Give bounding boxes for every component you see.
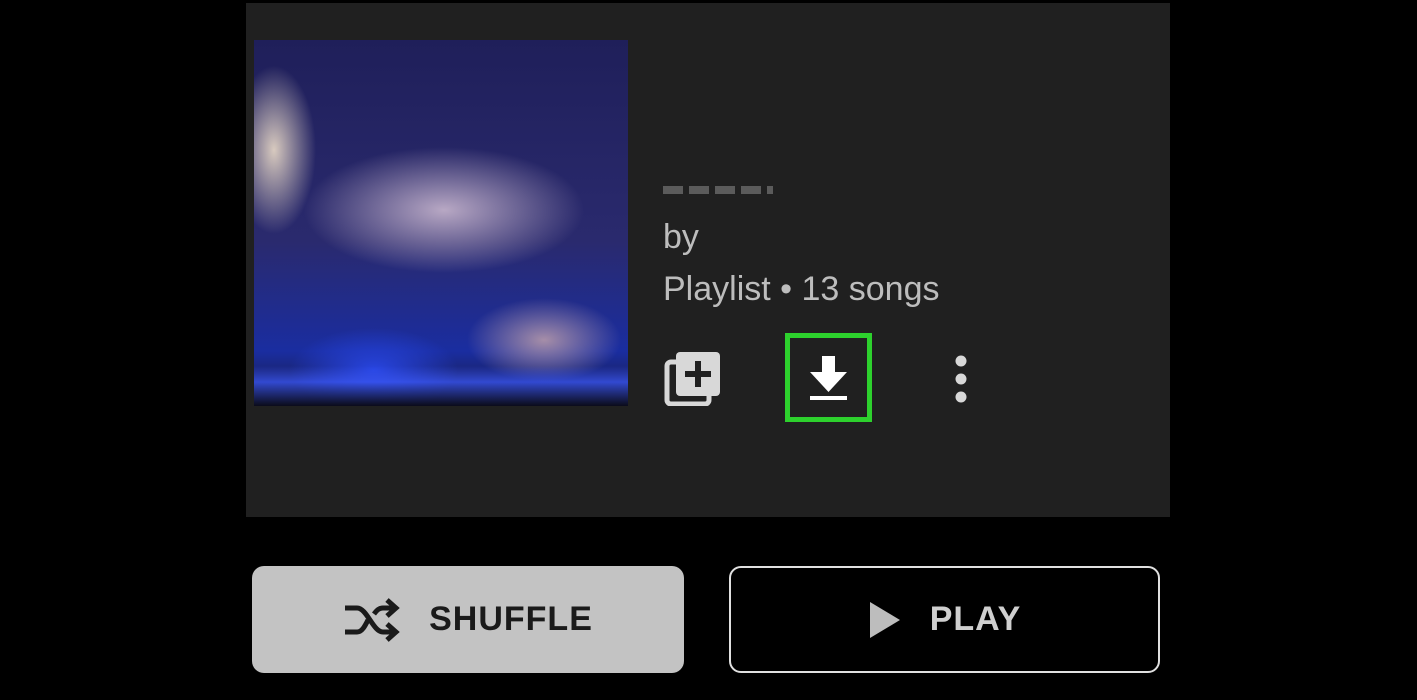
playlist-header: by Playlist • 13 songs bbox=[246, 3, 1170, 517]
more-options-button[interactable] bbox=[946, 351, 976, 407]
cover-stage-lights bbox=[254, 366, 628, 406]
play-label: PLAY bbox=[929, 600, 1022, 638]
add-to-library-button[interactable] bbox=[664, 350, 724, 407]
more-vert-icon bbox=[955, 355, 967, 403]
shuffle-label: SHUFFLE bbox=[429, 600, 593, 638]
playlist-cover-image[interactable] bbox=[254, 40, 628, 406]
shuffle-button[interactable]: SHUFFLE bbox=[252, 566, 684, 673]
playlist-title-obscured bbox=[663, 186, 773, 194]
shuffle-icon bbox=[345, 597, 400, 642]
play-button[interactable]: PLAY bbox=[729, 566, 1160, 673]
download-icon bbox=[810, 356, 847, 400]
library-add-icon bbox=[664, 352, 720, 407]
download-button[interactable] bbox=[785, 333, 872, 422]
play-icon bbox=[869, 601, 900, 638]
playlist-author: by bbox=[663, 218, 699, 256]
playlist-subtitle: Playlist • 13 songs bbox=[663, 270, 940, 308]
